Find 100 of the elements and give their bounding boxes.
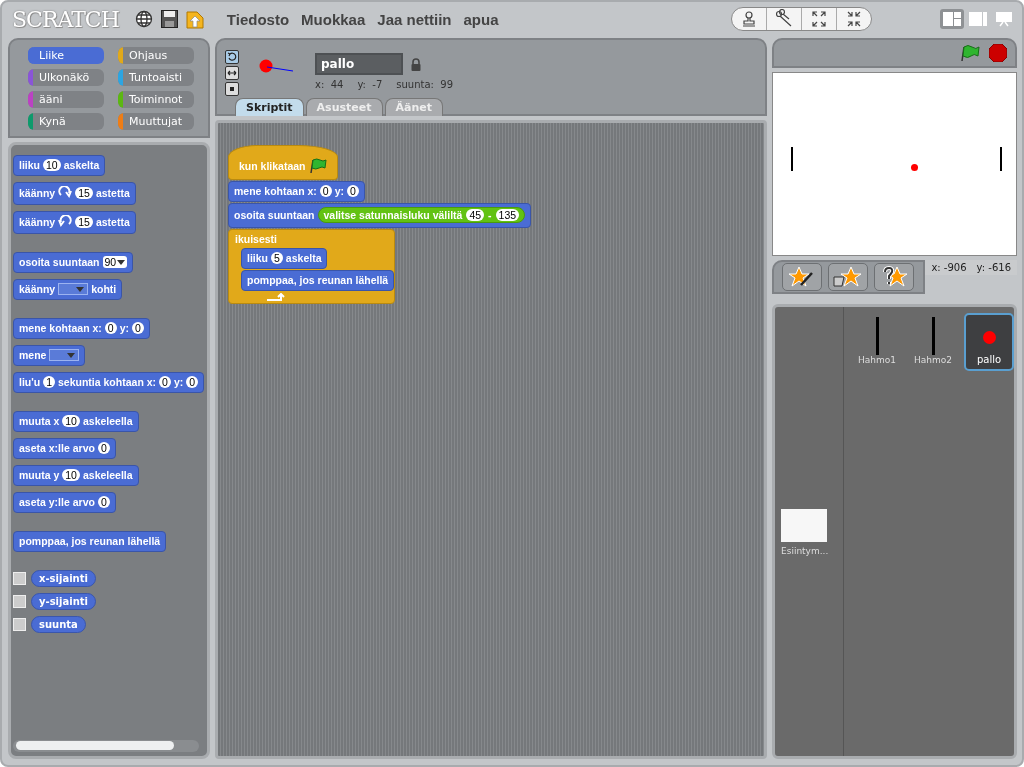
rotate-counterclockwise-icon: [58, 215, 73, 229]
tab[interactable]: Skriptit: [235, 98, 304, 116]
sprite-readout: suunta: 99: [396, 79, 453, 90]
category-button[interactable]: Kynä: [28, 112, 104, 130]
block-label: askelta: [285, 252, 322, 264]
category-button[interactable]: ääni: [28, 90, 104, 108]
number-input[interactable]: 0: [132, 322, 144, 334]
logo: SCRATCH: [12, 6, 119, 32]
category-button[interactable]: Liike: [28, 46, 104, 64]
motion-block[interactable]: pomppaa, jos reunan lähellä: [13, 531, 167, 552]
motion-block[interactable]: liu'u 1 sekuntia kohtaan x: 0 y: 0: [13, 372, 205, 393]
motion-block[interactable]: mene kohtaan x: 0 y: 0: [13, 318, 150, 339]
motion-block[interactable]: aseta x:lle arvo 0: [13, 438, 116, 459]
stage-thumbnail[interactable]: [781, 509, 827, 542]
checkbox[interactable]: [13, 595, 26, 608]
rotate-clockwise-icon: [58, 186, 73, 200]
rotate-icon[interactable]: [225, 50, 239, 64]
sprite-readout: y: -7: [357, 79, 383, 90]
menu-item[interactable]: Muokkaa: [301, 10, 366, 28]
normal-layout-icon[interactable]: [940, 9, 964, 29]
category-button[interactable]: Muuttujat: [118, 112, 194, 130]
target-dropdown[interactable]: [58, 283, 89, 295]
block-label: astetta: [95, 187, 130, 199]
stop-icon[interactable]: [989, 44, 1007, 62]
block-label: käänny: [19, 216, 56, 228]
motion-block[interactable]: osoita suuntaan 90: [13, 252, 134, 273]
reporter-block[interactable]: x-sijainti: [31, 570, 96, 587]
random-number-block[interactable]: valitse satunnaisluku väliltä 45 - 135: [317, 207, 526, 223]
number-input[interactable]: 1: [43, 376, 55, 388]
target-dropdown[interactable]: [49, 349, 80, 361]
number-input[interactable]: 135: [495, 209, 520, 221]
block-label: kun klikataan: [239, 160, 306, 172]
motion-block[interactable]: pomppaa, jos reunan lähellä: [241, 270, 395, 291]
no-rotate-icon[interactable]: [225, 82, 239, 96]
flag-icon[interactable]: [959, 44, 981, 62]
category-button[interactable]: Ulkonäkö: [28, 68, 104, 86]
block-label: y:: [173, 376, 184, 388]
menu-item[interactable]: apua: [463, 10, 499, 28]
checkbox[interactable]: [13, 618, 26, 631]
menu-item[interactable]: Tiedosto: [226, 10, 290, 28]
block-label: osoita suuntaan: [234, 209, 315, 221]
sprite-name-field[interactable]: pallo: [315, 53, 403, 75]
number-input[interactable]: 0: [159, 376, 171, 388]
number-input[interactable]: 0: [97, 442, 110, 454]
reporter-block[interactable]: y-sijainti: [31, 593, 96, 610]
number-input[interactable]: 10: [62, 469, 80, 481]
number-input[interactable]: 0: [97, 496, 110, 508]
number-input[interactable]: 10: [43, 159, 61, 171]
reporter-block[interactable]: suunta: [31, 616, 86, 633]
motion-block[interactable]: osoita suuntaan valitse satunnaisluku väliltä 45 - 135: [228, 203, 532, 228]
number-input[interactable]: 15: [75, 216, 93, 228]
forever-block[interactable]: ikuisesti liiku 5 askelta pomppaa, jos reunan lähellä: [228, 229, 396, 304]
lock-icon[interactable]: [411, 57, 421, 71]
caret-icon: [76, 286, 85, 292]
number-input[interactable]: 5: [271, 252, 283, 264]
sprite-tile[interactable]: pallo: [964, 313, 1014, 371]
motion-block[interactable]: mene kohtaan x: 0 y: 0: [228, 181, 365, 202]
block-label: -: [488, 209, 492, 221]
sprite-name: Hahmo1: [858, 355, 896, 365]
number-input[interactable]: 10: [62, 415, 80, 427]
sprite-tile[interactable]: Hahmo1: [852, 313, 902, 371]
upload-icon[interactable]: [185, 9, 205, 29]
block-label: kohti: [91, 283, 117, 295]
category-button[interactable]: Ohjaus: [118, 46, 194, 64]
number-input[interactable]: 0: [186, 376, 199, 388]
block-label: muuta x: [19, 415, 60, 427]
checkbox[interactable]: [13, 572, 26, 585]
block-label: mene kohtaan x:: [234, 185, 317, 197]
menu-item[interactable]: Jaa nettiin: [377, 10, 452, 28]
motion-block[interactable]: liiku 10 askelta: [13, 155, 106, 176]
block-label: osoita suuntaan: [19, 256, 100, 268]
sprite-tile[interactable]: Hahmo2: [908, 313, 958, 371]
motion-block[interactable]: liiku 5 askelta: [241, 248, 328, 269]
motion-block[interactable]: muuta x 10 askeleella: [13, 411, 139, 432]
sprite-readout: x: 44: [315, 79, 344, 90]
block-label: askeleella: [82, 415, 133, 427]
number-input[interactable]: 15: [75, 187, 93, 199]
flip-icon[interactable]: [225, 66, 239, 80]
ball-thumbnail: [982, 331, 996, 344]
block-label: astetta: [95, 216, 130, 228]
category-button[interactable]: Toiminnot: [118, 90, 194, 108]
number-input[interactable]: 0: [319, 185, 332, 197]
stage-label: Esiintym...: [781, 546, 829, 556]
direction-dropdown[interactable]: 90: [102, 256, 128, 268]
number-input[interactable]: 45: [466, 209, 485, 221]
category-button[interactable]: Tuntoaisti: [118, 68, 194, 86]
number-input[interactable]: 0: [104, 322, 117, 334]
motion-block[interactable]: muuta y 10 askeleella: [13, 465, 139, 486]
number-input[interactable]: 0: [347, 185, 359, 197]
motion-block[interactable]: käänny 15 astetta: [13, 211, 136, 234]
motion-block[interactable]: käänny kohti: [13, 279, 123, 300]
block-label: liiku: [247, 252, 268, 264]
motion-block[interactable]: aseta y:lle arvo 0: [13, 492, 116, 513]
scrollbar-thumb[interactable]: [16, 741, 175, 750]
globe-icon[interactable]: [134, 10, 153, 28]
motion-block[interactable]: mene: [13, 345, 86, 366]
save-icon[interactable]: [160, 10, 178, 28]
block-label: aseta y:lle arvo: [19, 496, 95, 508]
block-label: muuta y: [19, 469, 60, 481]
motion-block[interactable]: käänny 15 astetta: [13, 182, 136, 205]
